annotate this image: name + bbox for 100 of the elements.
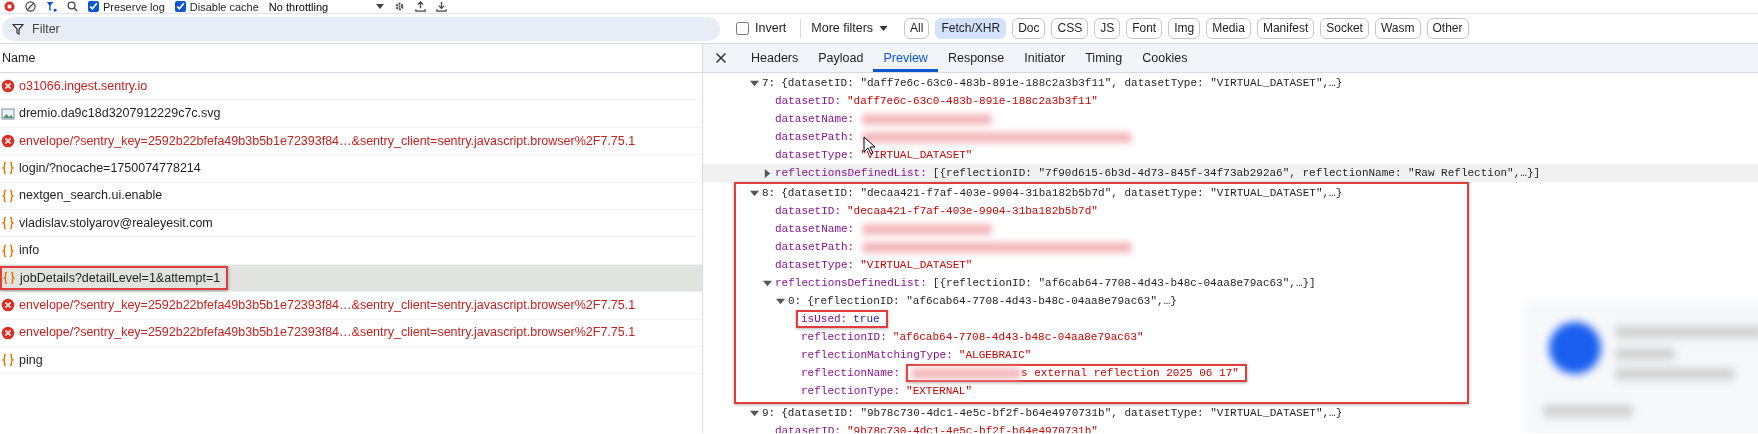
- download-icon[interactable]: [436, 1, 448, 12]
- json-value: "EXTERNAL": [906, 384, 973, 399]
- json-value: "af6cab64-7708-4d43-b48c-04aa8e79ac63": [892, 330, 1144, 345]
- request-row[interactable]: envelope/?sentry_key=2592b22bfefa49b3b5b1e72393f84…&sentry_client=sentry.javascript.browser%2F7.75.1: [0, 319, 702, 347]
- json-value: "decaa421-f7af-403e-9904-31ba182b5b7d": [847, 204, 1098, 219]
- tab[interactable]: Response: [937, 44, 1015, 72]
- request-row[interactable]: vladislav.stolyarov@realeyesit.com: [0, 209, 702, 238]
- request-name: jobDetails?detailLevel=1&attempt=1: [20, 269, 221, 287]
- json-value: "VIRTUAL_DATASET": [860, 258, 973, 273]
- type-filter-button[interactable]: JS: [1094, 18, 1121, 39]
- tab[interactable]: Initiator: [1014, 44, 1076, 72]
- json-preview: {datasetID: "daff7e6c-63c0-483b-891e-188c2a3b3f11", datasetType: "VIRTUAL_DATASET",…}: [781, 76, 1343, 91]
- json-key: reflectionsDefinedList:: [775, 274, 927, 292]
- expand-arrow-icon[interactable]: [763, 168, 772, 178]
- request-row[interactable]: o31066.ingest.sentry.io: [0, 73, 702, 101]
- checkbox[interactable]: [174, 1, 186, 12]
- json-value: s external reflection 2025 06 17": [1021, 366, 1239, 381]
- request-row[interactable]: ping: [0, 346, 702, 375]
- checkbox-label: Invert: [755, 20, 787, 38]
- json-key: 0:: [788, 292, 802, 310]
- json-key: 8:: [762, 184, 776, 202]
- request-name: info: [19, 242, 40, 260]
- json-preview: [{reflectionID: "af6cab64-7708-4d43-b48c-04aa8e79ac63",…}]: [932, 276, 1316, 291]
- filter-icon[interactable]: [46, 1, 57, 12]
- type-filter-button[interactable]: Font: [1126, 18, 1163, 39]
- json-preview: {reflectionID: "af6cab64-7708-4d43-b48c-04aa8e79ac63",…}: [807, 294, 1177, 309]
- json-preview: [{reflectionID: "7f90d615-6b3d-4d73-845f-34f73ab292a6", reflectionName: "Raw Reflection",…}]: [932, 166, 1541, 181]
- caret-icon: [879, 25, 889, 32]
- type-filter-button[interactable]: All: [904, 18, 930, 39]
- type-filter-button[interactable]: Manifest: [1256, 18, 1315, 39]
- json-key: isUsed:: [801, 310, 848, 328]
- request-row[interactable]: dremio.da9c18d3207912229c7c.svg: [0, 100, 702, 128]
- collapse-arrow-icon[interactable]: [750, 78, 759, 88]
- json-key: datasetType:: [775, 146, 855, 164]
- json-key: datasetPath:: [775, 128, 855, 146]
- json-key: datasetPath:: [775, 238, 855, 256]
- type-filter-button[interactable]: Other: [1426, 18, 1469, 39]
- tab[interactable]: Payload: [808, 44, 874, 72]
- json-preview: {datasetID: "9b78c730-4dc1-4e5c-bf2f-b64e4970731b", datasetType: "VIRTUAL_DATASET",…}: [781, 406, 1343, 421]
- image-icon: [1, 106, 15, 121]
- throttling-dropdown[interactable]: No throttling: [268, 0, 385, 13]
- request-name: login/?nocache=1750074778214: [19, 160, 201, 177]
- json-value: "VIRTUAL_DATASET": [860, 148, 973, 163]
- collapse-arrow-icon[interactable]: [750, 408, 759, 418]
- fetch-icon: [1, 188, 15, 203]
- json-key: reflectionName:: [801, 364, 901, 382]
- request-row[interactable]: login/?nocache=1750074778214: [0, 155, 702, 183]
- selected-row[interactable]: jobDetails?detailLevel=1&attempt=1: [0, 264, 702, 293]
- json-key: datasetName:: [775, 110, 855, 128]
- tab[interactable]: Headers: [741, 44, 809, 72]
- collapse-arrow-icon[interactable]: [776, 296, 785, 306]
- type-filter-button[interactable]: Img: [1168, 18, 1201, 39]
- column-header[interactable]: Name: [0, 44, 702, 73]
- clear-icon[interactable]: [25, 1, 36, 12]
- fetch-icon: [1, 216, 15, 231]
- tab[interactable]: Timing: [1075, 44, 1133, 72]
- json-key: 9:: [762, 404, 776, 422]
- json-key: reflectionsDefinedList:: [775, 164, 927, 182]
- json-key: datasetID:: [775, 202, 841, 220]
- fetch-icon: [1, 161, 15, 176]
- more-filters-dropdown[interactable]: More filters: [807, 19, 893, 38]
- upload-icon[interactable]: [415, 1, 427, 12]
- type-filter-button[interactable]: Socket: [1320, 18, 1369, 39]
- checkbox[interactable]: [736, 22, 749, 35]
- request-row[interactable]: nextgen_search.ui.enable: [0, 182, 702, 210]
- request-name: vladislav.stolyarov@realeyesit.com: [19, 214, 213, 232]
- json-value: "ALGEBRAIC": [958, 348, 1032, 363]
- json-key: reflectionMatchingType:: [801, 346, 953, 364]
- collapse-arrow-icon[interactable]: [763, 278, 772, 288]
- filter-icon: [12, 22, 24, 35]
- error-icon: [1, 79, 15, 94]
- request-name: envelope/?sentry_key=2592b22bfefa49b3b5b1e72393f84…&sentry_client=sentry.javascript.browser%2F7.75.1: [19, 132, 636, 150]
- request-name: ping: [19, 351, 43, 369]
- collapse-arrow-icon[interactable]: [750, 188, 759, 198]
- json-key: datasetName:: [775, 220, 855, 238]
- request-row[interactable]: info: [0, 237, 702, 265]
- request-name: nextgen_search.ui.enable: [19, 187, 163, 205]
- record-icon[interactable]: [4, 1, 15, 12]
- fetch-icon: [1, 353, 15, 368]
- fetch-icon: [1, 243, 15, 258]
- checkbox[interactable]: [88, 1, 99, 12]
- search-icon[interactable]: [67, 1, 78, 12]
- type-filter-button[interactable]: Doc: [1012, 18, 1046, 39]
- type-filter-button[interactable]: Media: [1206, 18, 1251, 39]
- request-name: envelope/?sentry_key=2592b22bfefa49b3b5b1e72393f84…&sentry_client=sentry.javascript.browser%2F7.75.1: [19, 324, 636, 342]
- json-key: datasetID:: [775, 92, 841, 110]
- json-key: reflectionID:: [801, 328, 887, 346]
- tab[interactable]: Preview: [873, 44, 938, 72]
- checkbox-label: Disable cache: [189, 0, 259, 13]
- settings-icon[interactable]: [394, 1, 406, 12]
- type-filter-button[interactable]: Fetch/XHR: [935, 18, 1007, 39]
- request-row[interactable]: envelope/?sentry_key=2592b22bfefa49b3b5b1e72393f84…&sentry_client=sentry.javascript.browser%2F7.75.1: [0, 292, 702, 320]
- close-icon[interactable]: [715, 52, 727, 64]
- filter-field[interactable]: Filter: [2, 16, 720, 41]
- fetch-icon: [2, 270, 16, 285]
- request-name: envelope/?sentry_key=2592b22bfefa49b3b5b1e72393f84…&sentry_client=sentry.javascript.browser%2F7.75.1: [19, 296, 636, 314]
- tab[interactable]: Cookies: [1132, 44, 1198, 72]
- type-filter-button[interactable]: Wasm: [1374, 18, 1421, 39]
- request-row[interactable]: envelope/?sentry_key=2592b22bfefa49b3b5b1e72393f84…&sentry_client=sentry.javascript.browser%2F7.75.1: [0, 127, 702, 156]
- type-filter-button[interactable]: CSS: [1051, 18, 1089, 39]
